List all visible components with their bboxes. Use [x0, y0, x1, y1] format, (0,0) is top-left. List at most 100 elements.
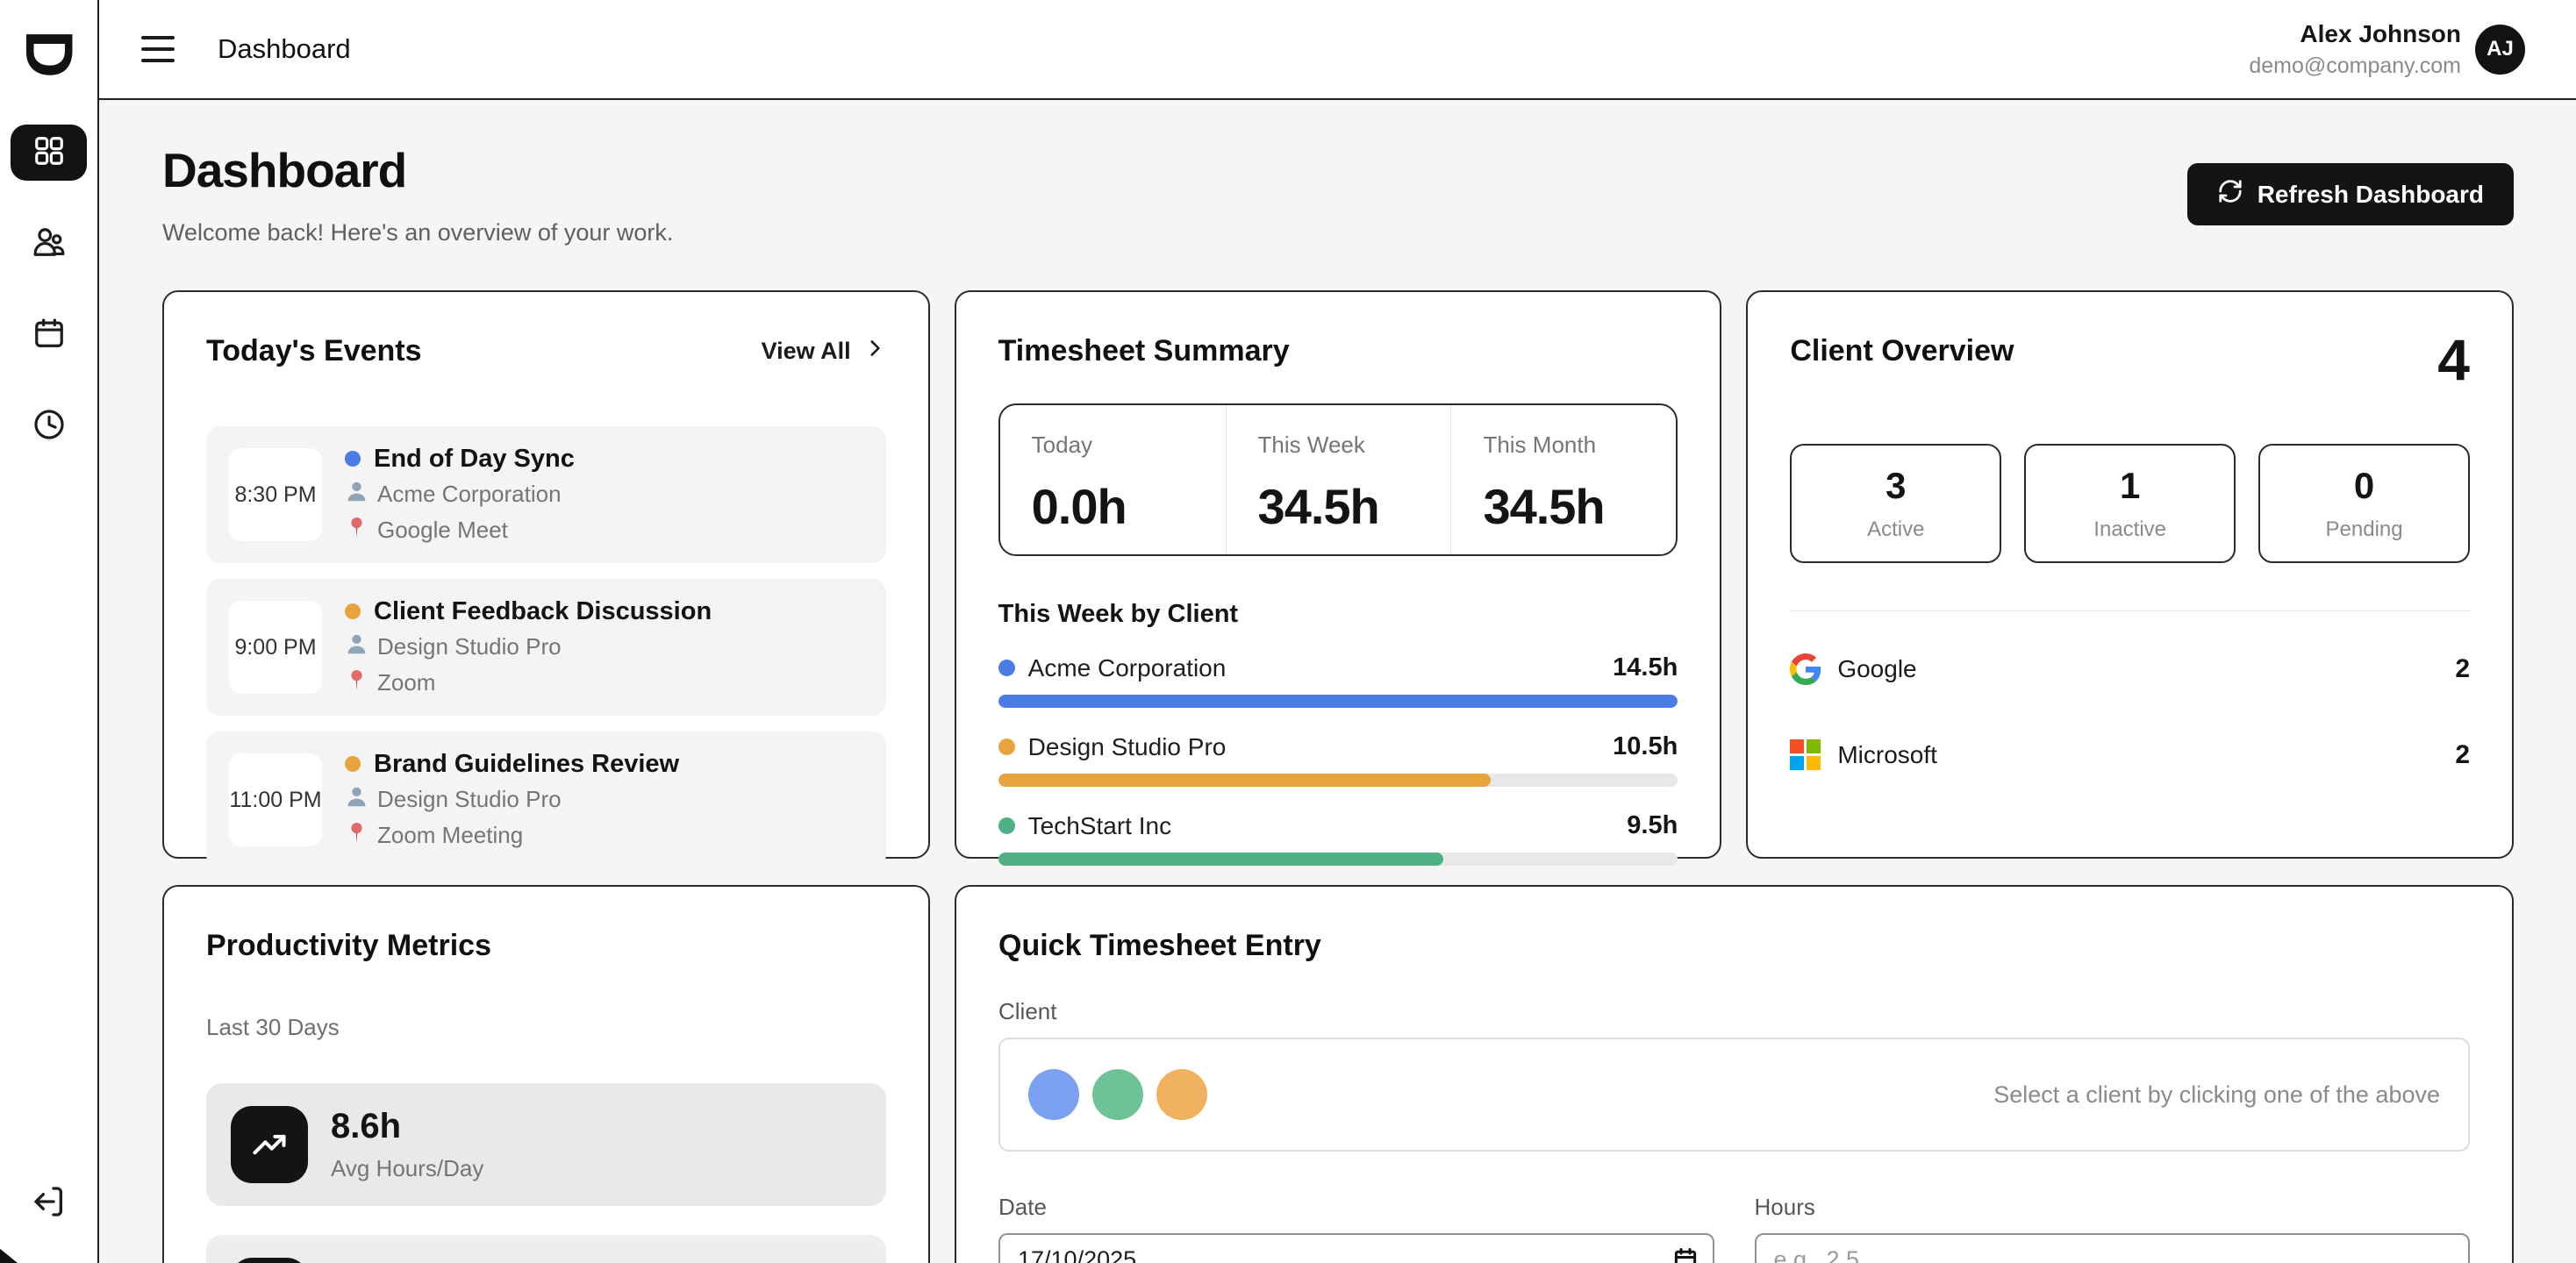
metric-label: Avg Hours/Day: [331, 1155, 483, 1182]
menu-button[interactable]: [141, 36, 175, 62]
client-stat-inactive[interactable]: 1 Inactive: [2024, 444, 2236, 563]
quick-entry-title: Quick Timesheet Entry: [998, 929, 2470, 963]
client-name: Acme Corporation: [1028, 654, 1227, 682]
client-field-label: Client: [998, 998, 2470, 1025]
client-name: Design Studio Pro: [1028, 733, 1227, 761]
event-title: Client Feedback Discussion: [374, 597, 712, 626]
provider-name: Google: [1837, 655, 1916, 683]
metric-most-productive-day: Wednesday: [206, 1235, 886, 1263]
event-company: Design Studio Pro: [377, 633, 562, 660]
productivity-period: Last 30 Days: [206, 1014, 886, 1041]
app-logo[interactable]: D: [25, 16, 72, 89]
event-status-dot: [345, 756, 361, 772]
provider-count: 2: [2455, 740, 2470, 770]
client-stat-pending[interactable]: 0 Pending: [2258, 444, 2470, 563]
timesheet-summary-card: Timesheet Summary Today 0.0h This Week 3…: [955, 290, 1722, 859]
event-status-dot: [345, 451, 361, 467]
provider-count: 2: [2455, 654, 2470, 684]
client-total-count: 4: [2437, 334, 2470, 386]
hours-field-label: Hours: [1755, 1194, 2471, 1221]
event-row[interactable]: 8:30 PM End of Day Sync Acme Corporation…: [206, 426, 886, 563]
sidebar-item-dashboard[interactable]: [11, 125, 87, 181]
stat-value: 0.0h: [1032, 478, 1226, 535]
provider-row-google: Google 2: [1790, 653, 2470, 685]
user-email: demo@company.com: [2249, 54, 2461, 79]
progress-fill: [998, 853, 1443, 866]
topbar-title: Dashboard: [218, 33, 351, 65]
client-option-2[interactable]: [1092, 1069, 1143, 1120]
metric-value: 8.6h: [331, 1107, 483, 1146]
date-input[interactable]: [998, 1233, 1714, 1263]
client-color-dot: [998, 739, 1015, 755]
productivity-title: Productivity Metrics: [206, 929, 886, 963]
refresh-icon: [2217, 178, 2243, 210]
event-time: 11:00 PM: [229, 753, 322, 846]
user-name: Alex Johnson: [2249, 20, 2461, 48]
quick-timesheet-entry-card: Quick Timesheet Entry Client Select a cl…: [955, 885, 2514, 1263]
sidebar-item-clients[interactable]: [11, 216, 87, 272]
event-row[interactable]: 11:00 PM Brand Guidelines Review Design …: [206, 731, 886, 868]
stat-label: This Month: [1483, 432, 1676, 459]
avatar[interactable]: AJ: [2475, 25, 2525, 75]
divider: [1790, 610, 2470, 611]
client-option-3[interactable]: [1156, 1069, 1207, 1120]
client-stat-active[interactable]: 3 Active: [1790, 444, 2001, 563]
by-client-title: This Week by Client: [998, 600, 1678, 629]
google-icon: [1790, 653, 1821, 685]
person-icon: [345, 632, 369, 662]
main-area: Dashboard Alex Johnson demo@company.com …: [99, 0, 2576, 1263]
chevron-right-icon: [863, 337, 886, 366]
event-location: Zoom Meeting: [377, 822, 523, 849]
metric-avg-hours: 8.6h Avg Hours/Day: [206, 1083, 886, 1206]
stat-value: 34.5h: [1258, 478, 1451, 535]
trending-up-icon: [231, 1258, 308, 1263]
event-row[interactable]: 9:00 PM Client Feedback Discussion Desig…: [206, 579, 886, 716]
sidebar-item-timesheets[interactable]: [11, 398, 87, 454]
event-title: End of Day Sync: [374, 445, 575, 474]
stat-label: This Week: [1258, 432, 1451, 459]
sidebar-item-calendar[interactable]: [11, 307, 87, 363]
person-icon: [345, 480, 369, 510]
provider-name: Microsoft: [1837, 741, 1937, 769]
trending-up-icon: [231, 1106, 308, 1183]
calendar-icon: [32, 317, 66, 354]
client-hours: 10.5h: [1613, 732, 1678, 761]
users-icon: [32, 225, 66, 263]
client-hours: 9.5h: [1627, 811, 1678, 840]
client-color-dot: [998, 660, 1015, 676]
event-company: Acme Corporation: [377, 481, 562, 508]
events-card-title: Today's Events: [206, 334, 422, 368]
client-overview-card: Client Overview 4 3 Active 1 Inactive 0 …: [1746, 290, 2514, 859]
client-color-dot: [998, 817, 1015, 834]
client-option-1[interactable]: [1028, 1069, 1079, 1120]
user-block[interactable]: Alex Johnson demo@company.com AJ: [2249, 20, 2525, 79]
content: Dashboard Welcome back! Here's an overvi…: [99, 100, 2576, 1263]
topbar: Dashboard Alex Johnson demo@company.com …: [99, 0, 2576, 100]
client-select-hint: Select a client by clicking one of the a…: [1993, 1081, 2440, 1109]
progress-track: [998, 695, 1678, 708]
logout-button[interactable]: [11, 1175, 87, 1231]
view-all-link[interactable]: View All: [762, 337, 886, 366]
provider-row-microsoft: Microsoft 2: [1790, 739, 2470, 771]
client-overview-title: Client Overview: [1790, 334, 2014, 368]
microsoft-icon: [1790, 739, 1821, 771]
pin-icon: [345, 821, 369, 851]
event-company: Design Studio Pro: [377, 786, 562, 813]
progress-fill: [998, 774, 1491, 787]
progress-track: [998, 774, 1678, 787]
hours-input[interactable]: [1755, 1233, 2471, 1263]
event-status-dot: [345, 603, 361, 619]
pin-icon: [345, 668, 369, 698]
stat-value: 34.5h: [1483, 478, 1676, 535]
client-hours-row: Design Studio Pro 10.5h: [998, 732, 1678, 787]
progress-fill: [998, 695, 1678, 708]
event-location: Zoom: [377, 669, 435, 696]
refresh-dashboard-button[interactable]: Refresh Dashboard: [2187, 163, 2514, 225]
client-selector: Select a client by clicking one of the a…: [998, 1038, 2470, 1152]
date-field-label: Date: [998, 1194, 1714, 1221]
productivity-metrics-card: Productivity Metrics Last 30 Days 8.6h A…: [162, 885, 930, 1263]
grid-icon: [32, 134, 66, 172]
stat-label: Today: [1032, 432, 1226, 459]
progress-track: [998, 853, 1678, 866]
event-location: Google Meet: [377, 517, 508, 544]
